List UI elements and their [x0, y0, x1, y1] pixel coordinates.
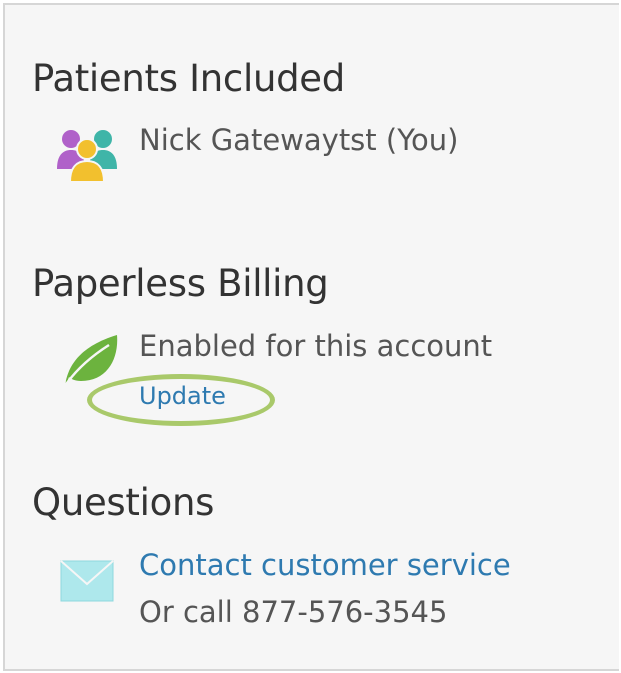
envelope-icon: [60, 560, 114, 606]
questions-heading: Questions: [32, 481, 215, 524]
phone-text: Or call 877-576-3545: [139, 595, 448, 629]
patients-included-heading: Patients Included: [32, 57, 345, 100]
patient-name: Nick Gatewaytst (You): [139, 123, 459, 157]
paperless-status: Enabled for this account: [139, 329, 493, 363]
update-highlight-ring: [87, 374, 275, 426]
patients-group-icon: [55, 125, 121, 187]
paperless-billing-heading: Paperless Billing: [32, 262, 329, 305]
account-summary-panel: Patients Included Nick Gatewaytst (You) …: [3, 3, 619, 671]
contact-customer-service-link[interactable]: Contact customer service: [139, 548, 511, 582]
